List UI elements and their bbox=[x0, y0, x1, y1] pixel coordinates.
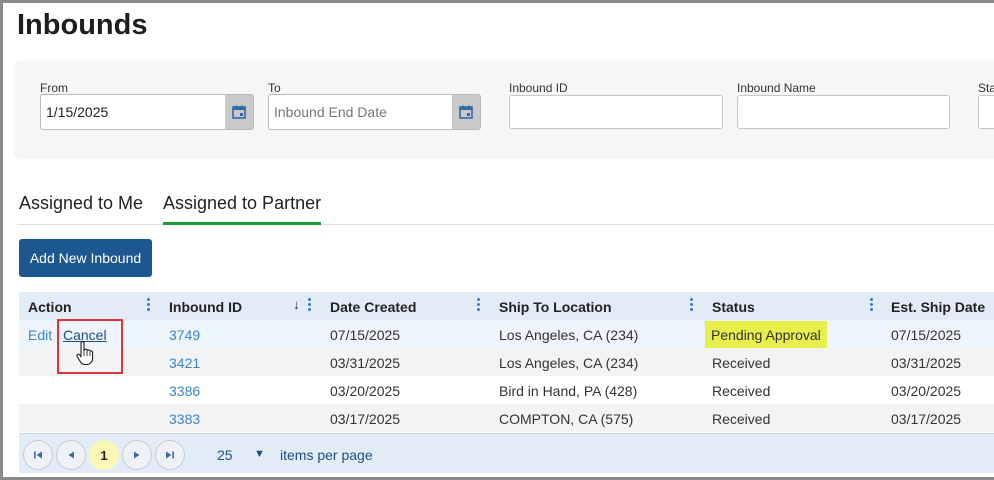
inbound-id-label: Inbound ID bbox=[509, 81, 568, 95]
app-window: Inbounds From 1/15/2025 To Inbound End D… bbox=[0, 0, 994, 480]
inbounds-grid: Action Inbound ID ↓ Date Created Ship To… bbox=[19, 292, 994, 473]
to-date-placeholder: Inbound End Date bbox=[274, 104, 387, 120]
est-ship-date-cell: 03/20/2025 bbox=[891, 383, 962, 399]
inbound-name-label: Inbound Name bbox=[737, 81, 816, 95]
ship-to-cell: Los Angeles, CA (234) bbox=[499, 355, 639, 371]
page-number-button[interactable]: 1 bbox=[89, 440, 119, 470]
next-page-button[interactable] bbox=[122, 440, 152, 470]
next-page-icon bbox=[134, 451, 140, 459]
last-page-icon bbox=[166, 451, 174, 459]
column-menu-icon[interactable] bbox=[870, 298, 874, 313]
date-created-cell: 03/20/2025 bbox=[330, 383, 401, 399]
sort-descending-icon[interactable]: ↓ bbox=[293, 297, 300, 312]
ship-to-cell: Bird in Hand, PA (428) bbox=[499, 383, 638, 399]
from-label: From bbox=[40, 81, 68, 95]
status-cell: Received bbox=[712, 411, 771, 427]
status-cell: Pending Approval bbox=[711, 327, 821, 343]
column-menu-icon[interactable] bbox=[308, 298, 312, 313]
calendar-icon bbox=[459, 105, 473, 119]
inbound-id-link[interactable]: 3421 bbox=[169, 355, 200, 371]
column-header-est-ship-date[interactable]: Est. Ship Date bbox=[891, 299, 985, 315]
date-created-cell: 03/17/2025 bbox=[330, 411, 401, 427]
est-ship-date-cell: 07/15/2025 bbox=[891, 327, 962, 343]
status-highlight: Pending Approval bbox=[705, 321, 827, 348]
date-created-cell: 07/15/2025 bbox=[330, 327, 401, 343]
last-page-button[interactable] bbox=[155, 440, 185, 470]
est-ship-date-cell: 03/17/2025 bbox=[891, 411, 962, 427]
first-page-icon bbox=[34, 451, 42, 459]
items-per-page-label: items per page bbox=[280, 447, 373, 463]
from-calendar-button[interactable] bbox=[225, 95, 253, 129]
to-date-field[interactable]: Inbound End Date bbox=[268, 94, 481, 130]
page-title: Inbounds bbox=[17, 9, 148, 41]
ship-to-cell: COMPTON, CA (575) bbox=[499, 411, 634, 427]
table-row: 3386 03/20/2025 Bird in Hand, PA (428) R… bbox=[19, 376, 994, 404]
ship-to-cell: Los Angeles, CA (234) bbox=[499, 327, 639, 343]
previous-page-icon bbox=[68, 451, 74, 459]
table-row: 3383 03/17/2025 COMPTON, CA (575) Receiv… bbox=[19, 404, 994, 432]
from-date-field[interactable]: 1/15/2025 bbox=[40, 94, 254, 130]
previous-page-button[interactable] bbox=[56, 440, 86, 470]
column-header-ship-to-location[interactable]: Ship To Location bbox=[499, 299, 612, 315]
calendar-icon bbox=[232, 105, 246, 119]
items-per-page-dropdown[interactable]: 25 bbox=[217, 447, 233, 463]
from-date-value: 1/15/2025 bbox=[46, 104, 109, 120]
inbound-name-field[interactable] bbox=[737, 95, 950, 129]
filter-panel: From 1/15/2025 To Inbound End Date Inbou… bbox=[15, 61, 994, 157]
inbound-id-field[interactable] bbox=[509, 95, 723, 129]
column-header-inbound-id[interactable]: Inbound ID bbox=[169, 299, 242, 315]
to-label: To bbox=[268, 81, 281, 95]
column-header-status[interactable]: Status bbox=[712, 299, 755, 315]
add-new-inbound-button[interactable]: Add New Inbound bbox=[19, 239, 152, 277]
column-menu-icon[interactable] bbox=[477, 298, 481, 313]
grid-header: Action Inbound ID ↓ Date Created Ship To… bbox=[19, 292, 994, 320]
inbound-id-link[interactable]: 3383 bbox=[169, 411, 200, 427]
to-calendar-button[interactable] bbox=[452, 95, 480, 129]
table-row: Edit 3749 07/15/2025 Los Angeles, CA (23… bbox=[19, 320, 994, 348]
table-row: 3421 03/31/2025 Los Angeles, CA (234) Re… bbox=[19, 348, 994, 376]
tab-assigned-to-partner[interactable]: Assigned to Partner bbox=[163, 189, 322, 225]
status-cell: Received bbox=[712, 355, 771, 371]
status-filter-label: Sta bbox=[978, 81, 994, 95]
pager: 1 25 ▼ items per page bbox=[19, 433, 994, 473]
column-menu-icon[interactable] bbox=[147, 298, 151, 313]
edit-link[interactable]: Edit bbox=[28, 327, 52, 343]
column-header-action[interactable]: Action bbox=[28, 299, 72, 315]
tab-bar: Assigned to Me Assigned to Partner bbox=[17, 189, 994, 225]
tab-assigned-to-me[interactable]: Assigned to Me bbox=[19, 189, 143, 225]
est-ship-date-cell: 03/31/2025 bbox=[891, 355, 962, 371]
status-cell: Received bbox=[712, 383, 771, 399]
inbound-id-link[interactable]: 3749 bbox=[169, 327, 200, 343]
inbound-id-link[interactable]: 3386 bbox=[169, 383, 200, 399]
date-created-cell: 03/31/2025 bbox=[330, 355, 401, 371]
chevron-down-icon[interactable]: ▼ bbox=[254, 448, 265, 460]
status-filter-field[interactable] bbox=[978, 95, 994, 129]
hand-pointer-icon bbox=[76, 341, 94, 365]
column-header-date-created[interactable]: Date Created bbox=[330, 299, 416, 315]
column-menu-icon[interactable] bbox=[690, 298, 694, 313]
first-page-button[interactable] bbox=[23, 440, 53, 470]
